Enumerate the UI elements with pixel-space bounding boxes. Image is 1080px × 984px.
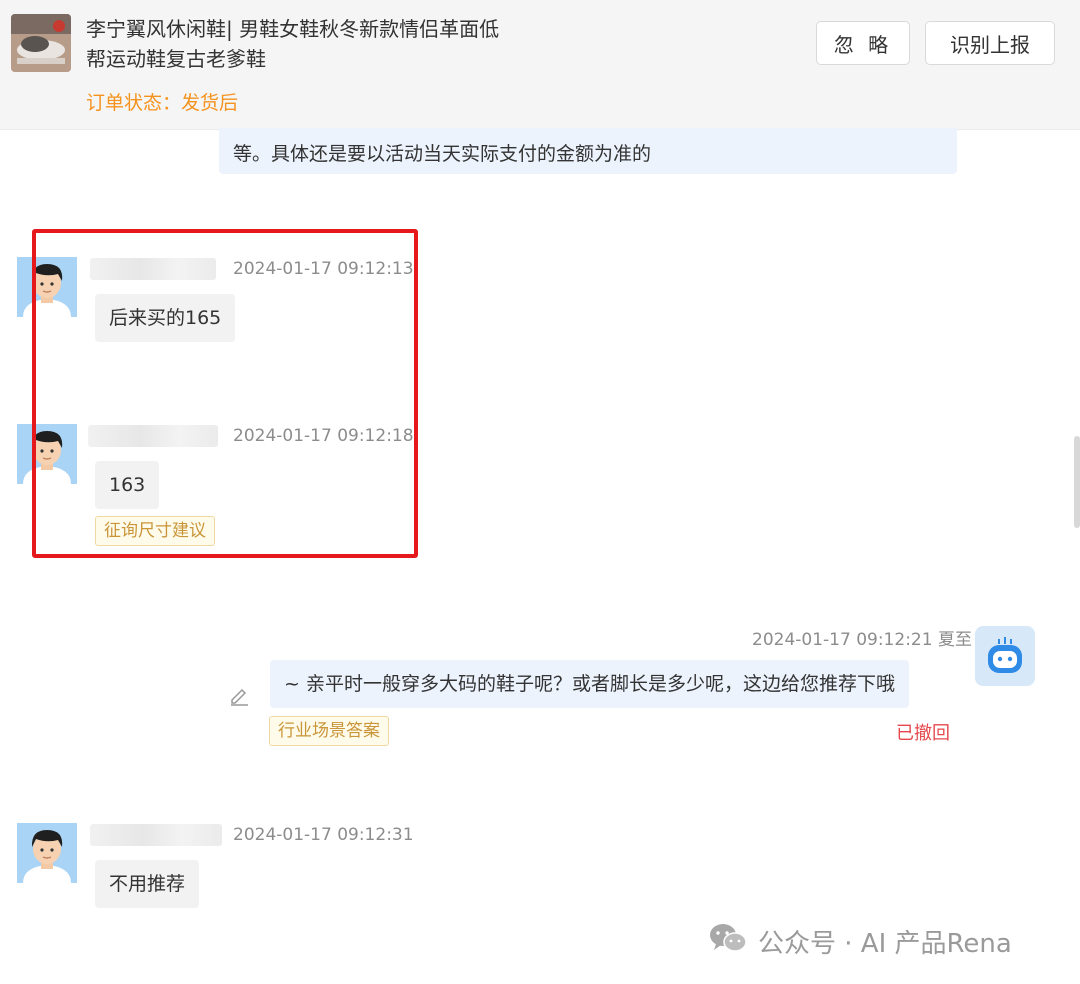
- product-title[interactable]: 李宁翼风休闲鞋| 男鞋女鞋秋冬新款情侣革面低帮运动鞋复古老爹鞋: [86, 14, 506, 74]
- highlight-annotation: [32, 229, 418, 558]
- agent-timestamp-sender: 2024-01-17 09:12:21 夏至: [752, 630, 972, 650]
- message-timestamp: 2024-01-17 09:12:31: [233, 825, 414, 845]
- scene-answer-tag[interactable]: 行业场景答案: [269, 716, 389, 746]
- edit-pencil-icon[interactable]: [228, 684, 250, 706]
- bot-avatar-icon: [975, 626, 1035, 686]
- agent-message-bubble: ~ 亲平时一般穿多大码的鞋子呢？或者脚长是多少呢，这边给您推荐下哦: [270, 660, 909, 708]
- watermark: 公众号 · AI 产品Rena: [708, 921, 1012, 961]
- agent-message-bubble: 等。具体还是要以活动当天实际支付的金额为准的: [219, 128, 957, 174]
- user-avatar-icon: [17, 823, 77, 883]
- watermark-text: 公众号 · AI 产品Rena: [758, 928, 1012, 959]
- ignore-button[interactable]: 忽 略: [816, 21, 910, 65]
- order-status: 订单状态：发货后: [86, 92, 239, 114]
- report-button[interactable]: 识别上报: [925, 21, 1055, 65]
- customer-name-blurred: [90, 824, 222, 846]
- revoked-status: 已撤回: [896, 723, 950, 744]
- scrollbar-thumb[interactable]: [1074, 436, 1080, 528]
- wechat-icon: [708, 921, 748, 962]
- product-thumbnail[interactable]: [11, 14, 71, 72]
- order-header: 李宁翼风休闲鞋| 男鞋女鞋秋冬新款情侣革面低帮运动鞋复古老爹鞋 订单状态：发货后…: [0, 0, 1080, 130]
- customer-message-bubble: 不用推荐: [95, 860, 200, 908]
